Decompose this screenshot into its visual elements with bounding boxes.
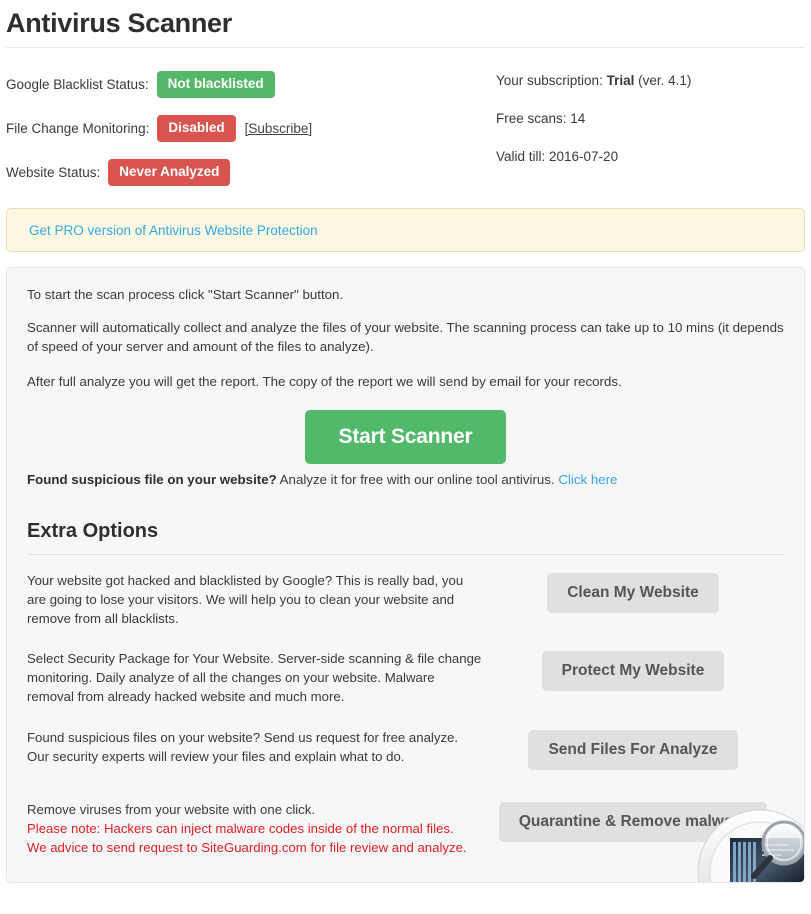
found-suspicious-file-rest: Analyze it for free with our online tool… xyxy=(276,472,559,487)
extra-option-text-clean: Your website got hacked and blacklisted … xyxy=(27,573,464,626)
found-suspicious-file-line: Found suspicious file on your website? A… xyxy=(27,470,784,489)
scan-intro-text: To start the scan process click "Start S… xyxy=(27,287,344,302)
protect-my-website-button[interactable]: Protect My Website xyxy=(541,651,725,691)
antivirus-scanner-page: Antivirus Scanner Google Blacklist Statu… xyxy=(0,6,811,914)
subscription-plan-line: Your subscription: Trial (ver. 4.1) xyxy=(496,72,805,90)
status-list: Google Blacklist Status: Not blacklisted… xyxy=(6,62,486,194)
extra-option-row-clean: Your website got hacked and blacklisted … xyxy=(27,571,784,628)
get-pro-version-link[interactable]: Get PRO version of Antivirus Website Pro… xyxy=(29,223,318,238)
valid-till-line: Valid till: 2016-07-20 xyxy=(496,149,619,164)
free-scans-line: Free scans: 14 xyxy=(496,111,586,126)
subscription-label: Your subscription: xyxy=(496,73,603,88)
start-scanner-button-wrap: Start Scanner xyxy=(27,410,784,464)
extra-option-text-send-files: Found suspicious files on your website? … xyxy=(27,730,459,764)
quarantine-intro-text: Remove viruses from your website with on… xyxy=(27,802,316,817)
status-badge-file-change-monitoring: Disabled xyxy=(157,114,236,142)
quarantine-warning-line-1: Please note: Hackers can inject malware … xyxy=(27,821,454,836)
subscription-info: Your subscription: Trial (ver. 4.1) Free… xyxy=(486,62,805,194)
send-files-for-analyze-button[interactable]: Send Files For Analyze xyxy=(528,730,738,770)
status-row-file-change-monitoring: File Change Monitoring: Disabled [Subscr… xyxy=(6,106,486,150)
start-scanner-button[interactable]: Start Scanner xyxy=(304,410,507,464)
extra-option-button-cell-clean: Clean My Website xyxy=(482,571,784,613)
scan-description-text: Scanner will automatically collect and a… xyxy=(27,320,784,354)
extra-option-row-quarantine: Remove viruses from your website with on… xyxy=(27,800,784,857)
status-badge-website-status: Never Analyzed xyxy=(108,158,231,186)
status-row-website-status: Website Status: Never Analyzed xyxy=(6,150,486,194)
scan-report-note-text: After full analyze you will get the repo… xyxy=(27,374,622,389)
extra-option-button-cell-protect: Protect My Website xyxy=(482,649,784,691)
quarantine-warning-line-2: We advice to send request to SiteGuardin… xyxy=(27,840,467,855)
extra-option-text-protect: Select Security Package for Your Website… xyxy=(27,651,482,704)
extra-option-text-quarantine: Remove viruses from your website with on… xyxy=(27,800,482,857)
status-label-file-change-monitoring: File Change Monitoring: xyxy=(6,120,150,136)
extra-options-divider xyxy=(27,554,784,555)
extra-options-title: Extra Options xyxy=(27,520,159,542)
status-summary-area: Google Blacklist Status: Not blacklisted… xyxy=(0,48,811,194)
extra-option-button-cell-quarantine: Quarantine & Remove malware xyxy=(482,800,784,842)
extra-option-row-protect: Select Security Package for Your Website… xyxy=(27,649,784,706)
pro-version-alert: Get PRO version of Antivirus Website Pro… xyxy=(6,208,805,252)
quarantine-remove-malware-button[interactable]: Quarantine & Remove malware xyxy=(498,802,768,842)
extra-option-button-cell-send-files: Send Files For Analyze xyxy=(482,728,784,770)
scanner-panel: To start the scan process click "Start S… xyxy=(6,267,805,883)
extra-option-row-send-files: Found suspicious files on your website? … xyxy=(27,728,784,770)
page-title: Antivirus Scanner xyxy=(6,8,232,38)
subscription-version: (ver. 4.1) xyxy=(638,73,692,88)
clean-my-website-button[interactable]: Clean My Website xyxy=(547,573,719,613)
online-tool-click-here-link[interactable]: Click here xyxy=(558,472,617,487)
status-row-google-blacklist: Google Blacklist Status: Not blacklisted xyxy=(6,62,486,106)
subscription-plan: Trial xyxy=(606,73,635,88)
status-badge-google-blacklist: Not blacklisted xyxy=(156,70,275,98)
subscribe-link[interactable]: [Subscribe] xyxy=(245,121,313,136)
found-suspicious-file-question: Found suspicious file on your website? xyxy=(27,472,277,487)
status-label-google-blacklist: Google Blacklist Status: xyxy=(6,76,149,92)
status-label-website-status: Website Status: xyxy=(6,164,101,180)
